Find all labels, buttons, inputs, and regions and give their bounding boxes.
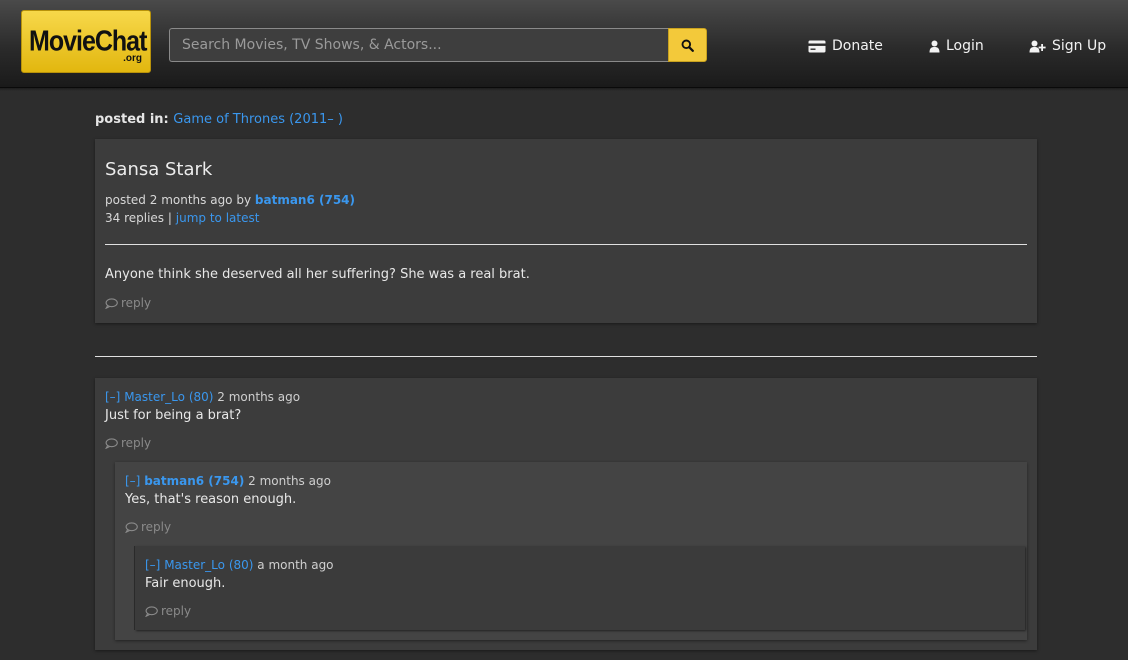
comment-reply-button[interactable]: reply	[105, 436, 151, 450]
jump-to-latest-link[interactable]: jump to latest	[176, 211, 260, 225]
comment-time: 2 months ago	[248, 474, 331, 488]
topic-meta: posted 2 months ago by batman6 (754) 34 …	[105, 191, 355, 227]
section-divider	[95, 356, 1037, 357]
comment-header: [–] Master_Lo (80) 2 months ago	[105, 390, 300, 404]
collapse-toggle[interactable]: [–]	[125, 474, 140, 488]
comment-author-link[interactable]: Master_Lo (80)	[164, 558, 253, 572]
signup-label: Sign Up	[1052, 38, 1107, 54]
reply-label: reply	[121, 436, 152, 450]
comment-time: 2 months ago	[217, 390, 301, 404]
posted-time: 2 months ago	[149, 193, 233, 207]
comment-header: [–] batman6 (754) 2 months ago	[125, 474, 331, 488]
reply-label: reply	[141, 520, 172, 534]
topic-divider	[105, 244, 1027, 245]
topic-reply-button[interactable]: reply	[105, 296, 151, 310]
search-input[interactable]	[169, 28, 669, 62]
comment-icon	[105, 297, 118, 309]
meta-separator: |	[167, 211, 172, 225]
user-plus-icon	[1029, 40, 1046, 52]
comment-icon	[145, 605, 158, 617]
comment-time: a month ago	[257, 558, 334, 572]
comment-reply-button[interactable]: reply	[125, 520, 171, 534]
comment-reply-button[interactable]: reply	[145, 604, 191, 618]
donate-link[interactable]: Donate	[808, 37, 883, 55]
site-header: MovieChat .org Donate Login Sign Up	[0, 0, 1128, 91]
collapse-toggle[interactable]: [–]	[145, 558, 160, 572]
logo-suffix: .org	[123, 53, 142, 64]
login-label: Login	[946, 38, 984, 54]
topic-title: Sansa Stark	[105, 159, 213, 180]
search-icon	[681, 39, 694, 52]
topic-body: Anyone think she deserved all her suffer…	[105, 267, 530, 282]
login-link[interactable]: Login	[929, 37, 984, 55]
breadcrumb-prefix: posted in:	[95, 112, 169, 127]
reply-count: 34 replies	[105, 211, 165, 225]
signup-link[interactable]: Sign Up	[1029, 37, 1106, 55]
topic-author-link[interactable]: batman6 (754)	[255, 193, 355, 207]
board-link[interactable]: Game of Thrones (2011– )	[173, 112, 343, 127]
site-logo[interactable]: MovieChat .org	[21, 10, 151, 73]
donate-label: Donate	[832, 38, 883, 54]
credit-card-icon	[808, 40, 826, 52]
by-label: by	[236, 193, 252, 207]
comment-header: [–] Master_Lo (80) a month ago	[145, 558, 334, 572]
comment-icon	[105, 437, 118, 449]
comment-body: Yes, that's reason enough.	[125, 492, 297, 507]
breadcrumb: posted in: Game of Thrones (2011– )	[95, 112, 343, 127]
collapse-toggle[interactable]: [–]	[105, 390, 120, 404]
comment-body: Just for being a brat?	[105, 408, 242, 423]
reply-label: reply	[161, 604, 192, 618]
posted-prefix: posted	[105, 193, 146, 207]
comment-icon	[125, 521, 138, 533]
comment-author-link[interactable]: batman6 (754)	[144, 474, 244, 488]
reply-label: reply	[121, 296, 152, 310]
search-button[interactable]	[668, 28, 707, 62]
comment-body: Fair enough.	[145, 576, 226, 591]
topic-card: Sansa Stark posted 2 months ago by batma…	[95, 139, 1037, 323]
comment-author-link[interactable]: Master_Lo (80)	[124, 390, 213, 404]
comment: [–] Master_Lo (80) a month ago Fair enou…	[135, 546, 1025, 630]
user-icon	[929, 40, 940, 52]
